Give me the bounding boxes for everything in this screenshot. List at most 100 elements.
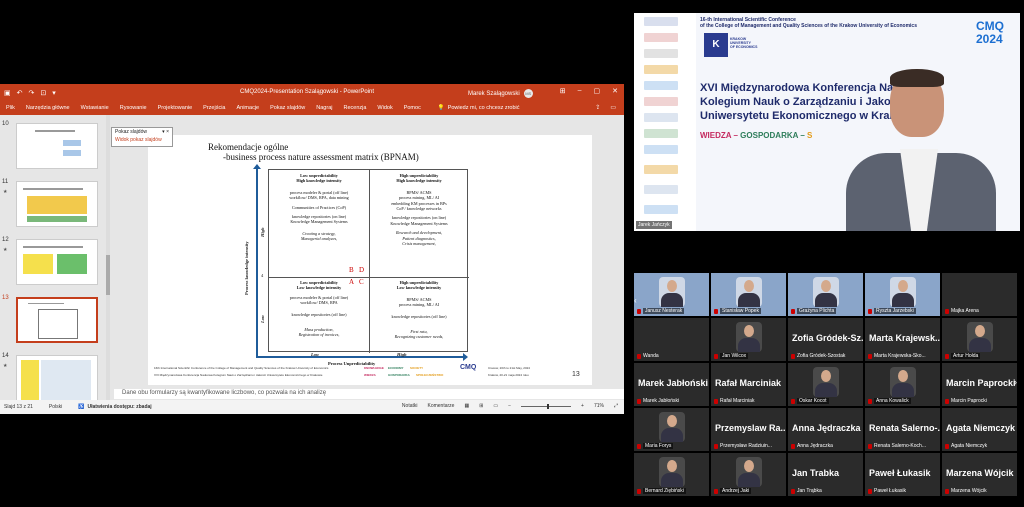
participant-tile[interactable]: Bernard Ziębiński (634, 453, 709, 496)
participant-tile[interactable]: Janusz Nesterak (634, 273, 709, 316)
participant-tile[interactable]: Marta Krajewsk... Marta Krajewska-Sko... (865, 318, 940, 361)
current-slide[interactable]: Rekomendacje ogólne -business process na… (148, 135, 592, 385)
tab-slideshow[interactable]: Pokaz slajdów (270, 105, 305, 111)
x-axis-arrow (256, 353, 468, 361)
zoom-slider[interactable] (521, 403, 572, 409)
zoom-in-icon[interactable]: + (581, 403, 584, 409)
fit-slide-icon[interactable]: ⤢ (614, 403, 618, 409)
participant-tile[interactable]: Agata Niemczyk Agata Niemczyk (942, 408, 1017, 451)
zoom-level[interactable]: 71% (594, 403, 604, 409)
tab-review[interactable]: Recenzja (343, 105, 366, 111)
tab-transitions[interactable]: Przejścia (203, 105, 225, 111)
thumbnail-row[interactable]: 13 (0, 295, 108, 347)
participant-name: Oskar Kocot (797, 398, 829, 404)
tab-draw[interactable]: Rysowanie (120, 105, 147, 111)
speaker-video-tile[interactable]: 16-th International Scientific Conferenc… (634, 13, 1020, 231)
participant-tile[interactable]: Marzena Wójcik Marzena Wójcik (942, 453, 1017, 496)
thumbnail-row[interactable]: 12 ★ (0, 237, 108, 289)
slide-thumbnail[interactable] (16, 355, 98, 401)
reading-view-icon[interactable]: ▭ (493, 403, 498, 409)
undo-icon[interactable]: ↶ (17, 89, 23, 97)
accessibility-status[interactable]: Ułatwienia dostępu: zbadaj (88, 404, 152, 410)
tagline-word: WIEDZA (700, 131, 732, 140)
comments-button[interactable]: Komentarze (427, 403, 454, 409)
participant-tile[interactable]: Anna Jędraczka Anna Jędraczka (788, 408, 863, 451)
ribbon-display-icon[interactable]: ⊞ (560, 87, 566, 95)
participant-tile[interactable]: Artur Hołda (942, 318, 1017, 361)
footer-keyword: SOCIETY (410, 366, 424, 370)
chevron-right-icon[interactable]: › (1014, 377, 1017, 387)
dropdown-selected[interactable]: Pokaz slajdów ▾ × (112, 128, 172, 136)
muted-mic-icon (714, 489, 718, 494)
participant-tile[interactable]: Oskar Kocot (788, 363, 863, 406)
window-controls: ⊞ – ▢ ✕ (560, 87, 618, 95)
thumbnail-row[interactable]: 11 ★ (0, 179, 108, 231)
chevron-left-icon[interactable]: ‹ (634, 296, 637, 305)
participant-tile[interactable]: Grażyna Plichta (788, 273, 863, 316)
close-icon[interactable]: ✕ (612, 87, 618, 95)
user-account[interactable]: Marek Szalągowski MS (468, 89, 533, 98)
tab-animations[interactable]: Animacje (236, 105, 259, 111)
participant-tile[interactable]: Majka Arena (942, 273, 1017, 316)
participant-tile[interactable]: Przemyslaw Ra... Przemysław Radziuin... (711, 408, 786, 451)
x-axis-low: Low (311, 352, 320, 357)
comment-icon[interactable]: ▭ (610, 104, 616, 111)
muted-mic-icon (945, 309, 949, 314)
lightbulb-icon: 💡 (437, 105, 445, 111)
muted-mic-icon (868, 399, 872, 404)
dropdown-option[interactable]: Widok pokaz slajdów (112, 136, 172, 144)
minimize-icon[interactable]: – (578, 87, 582, 95)
slide-thumbnail-selected[interactable] (16, 297, 98, 343)
tab-record[interactable]: Nagraj (316, 105, 332, 111)
tab-design[interactable]: Projektowanie (158, 105, 193, 111)
participant-tile[interactable]: Anna Kowalick (865, 363, 940, 406)
share-icon[interactable]: ⇪ (595, 104, 600, 111)
participant-tile[interactable]: Andrzej Jaki (711, 453, 786, 496)
tab-help[interactable]: Pomoc (404, 105, 421, 111)
notes-pane[interactable]: Dane obu formularzy są kwantyfikowane li… (114, 389, 624, 399)
tab-home[interactable]: Narzędzia główne (26, 105, 70, 111)
thumbnail-row[interactable]: 10 (0, 121, 108, 173)
slide-title-text: -business process nature assessment matr… (223, 152, 419, 162)
normal-view-icon[interactable]: ▦ (464, 403, 469, 409)
thumbnail-row[interactable]: 14 ★ (0, 353, 108, 405)
participant-tile[interactable]: Paweł Łukasik Paweł Łukasik (865, 453, 940, 496)
sorter-view-icon[interactable]: ⊞ (479, 403, 483, 409)
participant-tile[interactable]: Jan Trabka Jan Trąbka (788, 453, 863, 496)
thumbnail-scrollbar[interactable] (106, 115, 110, 400)
participant-tile[interactable]: Renata Salerno-... Renata Salerno-Koch... (865, 408, 940, 451)
language-indicator[interactable]: Polski (49, 404, 62, 410)
cell-line: Knowledge Management Systems (290, 219, 348, 225)
tab-view[interactable]: Widok (377, 105, 392, 111)
participant-name-large: Renata Salerno-... (869, 423, 940, 433)
participant-tile[interactable]: Jan Wilcox (711, 318, 786, 361)
y-axis-high: High (260, 227, 265, 237)
participant-tile[interactable]: Maria Forys (634, 408, 709, 451)
notes-button[interactable]: Notatki (402, 403, 418, 409)
scrollbar-thumb[interactable] (106, 255, 110, 295)
save-icon[interactable]: ▣ (4, 89, 11, 97)
redo-icon[interactable]: ↷ (29, 89, 35, 97)
footer-keyword: WIEDZA (364, 373, 376, 377)
tell-me-box[interactable]: 💡 Powiedz mi, co chcesz zrobić (438, 105, 520, 111)
participant-tile[interactable]: Wanda (634, 318, 709, 361)
participant-name-large: Paweł Łukasik (869, 468, 931, 478)
participant-tile[interactable]: Zofia Gródek-Sz... Zofia Gródek-Szostak (788, 318, 863, 361)
participant-tile[interactable]: Stanisław Popek (711, 273, 786, 316)
start-slideshow-icon[interactable]: ⊡ (40, 89, 46, 97)
participant-tile[interactable]: Marcin Paprocki Marcin Paprocki (942, 363, 1017, 406)
participant-tile[interactable]: Marek Jabłoński Marek Jabłoński (634, 363, 709, 406)
slideshow-dropdown[interactable]: Pokaz slajdów ▾ × Widok pokaz slajdów (111, 127, 173, 147)
maximize-icon[interactable]: ▢ (594, 87, 601, 95)
slide-thumbnail[interactable] (16, 181, 98, 227)
slide-thumbnail[interactable] (16, 239, 98, 285)
tab-plik[interactable]: Plik (6, 105, 15, 111)
tab-insert[interactable]: Wstawianie (81, 105, 109, 111)
customize-toolbar-icon[interactable]: ▾ (52, 89, 56, 97)
participant-tile[interactable]: Ryszta Jarzebski (865, 273, 940, 316)
cell-line: knowledge repositories (off line) (391, 313, 447, 319)
zoom-out-icon[interactable]: − (508, 403, 511, 409)
participant-video (813, 277, 839, 307)
participant-tile[interactable]: Rafał Marciniak Rafał Marciniak (711, 363, 786, 406)
slide-thumbnail[interactable] (16, 123, 98, 169)
